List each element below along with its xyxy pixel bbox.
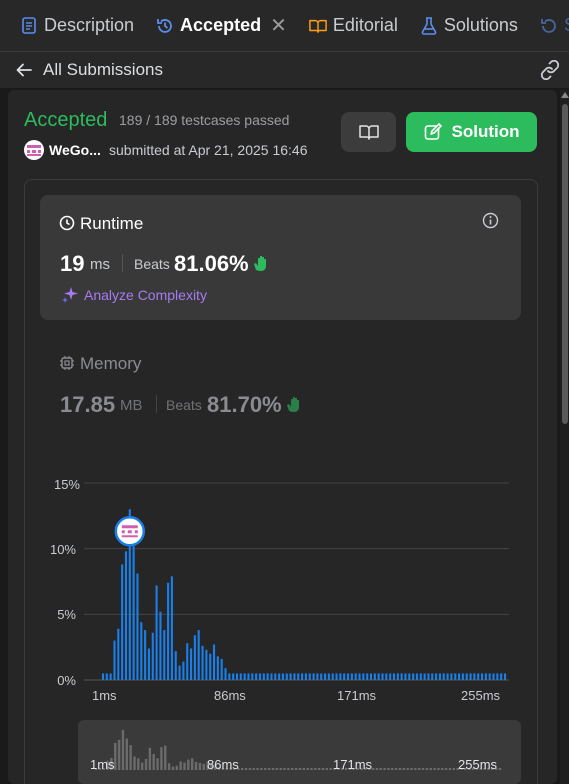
overview-bar [248, 768, 252, 770]
overview-bar [167, 763, 171, 770]
mini-x-tick-label: 86ms [207, 757, 239, 772]
overview-bar [283, 768, 286, 770]
overview-bar [260, 768, 263, 770]
mini-x-tick-label: 1ms [90, 757, 115, 772]
overview-bar [140, 762, 144, 770]
overview-bar [425, 768, 429, 770]
overview-bar [244, 768, 248, 770]
mini-x-tick-label: 171ms [333, 757, 373, 772]
overview-bar [160, 747, 163, 770]
overview-bar [498, 768, 502, 770]
overview-bar [375, 768, 379, 770]
overview-bar [275, 768, 279, 770]
overview-bar [121, 729, 125, 770]
overview-bar [314, 768, 317, 770]
overview-bar [429, 768, 432, 770]
overview-bar [325, 768, 329, 770]
overview-bar [383, 768, 386, 770]
overview-bar [398, 768, 402, 770]
overview-bar [198, 762, 202, 770]
overview-bar [264, 768, 267, 770]
overview-bar [194, 761, 198, 770]
overview-bar [144, 758, 148, 770]
overview-bar [202, 763, 205, 770]
overview-bar [137, 758, 140, 770]
overview-bar [279, 768, 282, 770]
overview-bar [125, 738, 128, 770]
overview-bar [175, 765, 178, 770]
overview-bar [291, 768, 294, 770]
overview-bar [252, 768, 255, 770]
overview-bar [329, 768, 332, 770]
overview-bar [379, 768, 382, 770]
overview-bar [267, 768, 271, 770]
overview-bar [441, 768, 444, 770]
overview-bar [410, 768, 413, 770]
overview-bar [421, 768, 425, 770]
overview-bar [179, 761, 182, 770]
overview-bar [306, 768, 309, 770]
overview-bar [241, 768, 244, 770]
overview-bar [133, 756, 136, 770]
overview-bar [302, 768, 305, 770]
overview-bar [371, 768, 375, 770]
overview-bars [94, 729, 502, 770]
overview-bar [418, 768, 421, 770]
overview-bar [406, 768, 409, 770]
overview-bar [156, 758, 159, 770]
overview-bar [183, 762, 186, 770]
mini-x-tick-label: 255ms [458, 757, 498, 772]
overview-bar [129, 745, 132, 770]
overview-bar [294, 768, 298, 770]
overview-bar [148, 747, 152, 770]
overview-bar [164, 745, 167, 770]
overview-bar [452, 768, 456, 770]
overview-bar [433, 768, 436, 770]
overview-bar [152, 753, 155, 770]
overview-bar [391, 768, 394, 770]
overview-bar [187, 759, 190, 770]
overview-bar [271, 768, 275, 770]
overview-bar [414, 768, 417, 770]
overview-bar [287, 768, 290, 770]
overview-bar [117, 739, 121, 770]
overview-bar [321, 768, 325, 770]
overview-bar [448, 768, 452, 770]
overview-bar [317, 768, 321, 770]
overview-bar [171, 766, 175, 770]
overview-bar [190, 758, 194, 770]
overview-bar [256, 768, 259, 770]
overview-bar [444, 768, 448, 770]
overview-bar [298, 768, 302, 770]
overview-bar [387, 768, 390, 770]
overview-bar [394, 768, 398, 770]
overview-bar [310, 768, 313, 770]
overview-bar [402, 768, 406, 770]
overview-bar [437, 768, 440, 770]
